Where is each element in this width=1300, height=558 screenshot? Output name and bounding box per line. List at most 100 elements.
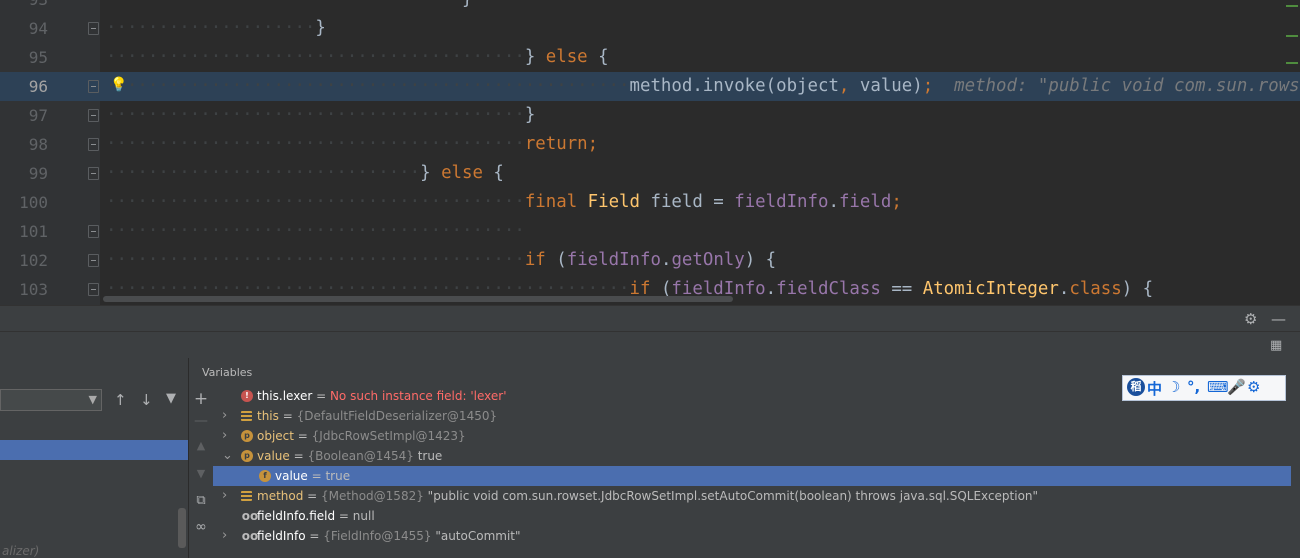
fold-marker-icon[interactable] bbox=[88, 283, 99, 296]
line-number[interactable]: 97 bbox=[0, 101, 48, 130]
copy-icon[interactable]: ⧉ bbox=[189, 493, 213, 508]
line-number[interactable]: 103 bbox=[0, 275, 48, 304]
code-editor[interactable]: 93 ··································} 9… bbox=[0, 0, 1300, 305]
variable-row[interactable]: › method = {Method@1582} "public void com… bbox=[213, 486, 1291, 506]
chinese-mode-icon[interactable]: 中 bbox=[1147, 378, 1162, 399]
line-number[interactable]: 102 bbox=[0, 246, 48, 275]
variable-ref: {FieldInfo@1455} bbox=[323, 529, 432, 543]
code-token: { bbox=[587, 47, 609, 67]
variable-value: "public void com.sun.rowset.JdbcRowSetIm… bbox=[423, 489, 1039, 503]
code-line-98[interactable]: 98 ······································… bbox=[0, 130, 1300, 159]
code-line-101[interactable]: 101 ·····································… bbox=[0, 217, 1300, 246]
watches-glasses-icon[interactable]: ∞ bbox=[189, 519, 213, 535]
variable-name: value bbox=[275, 469, 308, 483]
code-line-100[interactable]: 100 ·····································… bbox=[0, 188, 1300, 217]
line-number[interactable]: 100 bbox=[0, 188, 48, 217]
variable-value: true bbox=[325, 469, 351, 483]
line-number[interactable]: 98 bbox=[0, 130, 48, 159]
variable-ref: {DefaultFieldDeserializer@1450} bbox=[296, 409, 498, 423]
code-token: ) { bbox=[744, 250, 777, 270]
punctuation-icon[interactable]: °, bbox=[1187, 378, 1200, 396]
settings-gear-icon[interactable]: ⚙ bbox=[1244, 306, 1257, 333]
fold-marker-icon[interactable] bbox=[88, 22, 99, 35]
code-line-102[interactable]: 102 ·····································… bbox=[0, 246, 1300, 275]
thread-selector[interactable]: ▼ bbox=[0, 389, 102, 411]
code-token: else bbox=[545, 47, 588, 67]
ime-logo-icon[interactable]: 稻 bbox=[1127, 378, 1145, 396]
code-line-94[interactable]: 94 ····················} bbox=[0, 14, 1300, 43]
variable-value: true bbox=[413, 449, 443, 463]
code-token: } bbox=[315, 18, 326, 38]
filter-icon[interactable]: ▼ bbox=[166, 391, 176, 406]
code-text[interactable]: ········································… bbox=[106, 101, 535, 130]
code-text[interactable]: ········································… bbox=[106, 72, 1300, 101]
code-line-99[interactable]: 99 ······························} else { bbox=[0, 159, 1300, 188]
code-token: Field bbox=[587, 192, 640, 212]
code-text[interactable]: ········································… bbox=[106, 130, 598, 159]
variable-row[interactable]: › this = {DefaultFieldDeserializer@1450} bbox=[213, 406, 1291, 426]
code-text[interactable]: ········································… bbox=[106, 43, 609, 72]
variable-text: object = {JdbcRowSetImpl@1423} bbox=[257, 426, 466, 446]
variable-row[interactable]: › p object = {JdbcRowSetImpl@1423} bbox=[213, 426, 1291, 446]
microphone-icon[interactable]: 🎤 bbox=[1227, 378, 1246, 396]
line-number[interactable]: 99 bbox=[0, 159, 48, 188]
move-down-icon[interactable]: ▼ bbox=[189, 467, 213, 480]
equals-sign: = bbox=[293, 429, 312, 443]
variable-row[interactable]: oo fieldInfo.field = null bbox=[213, 506, 1291, 526]
code-line-96[interactable]: 96 💡 ·····································… bbox=[0, 72, 1300, 101]
frames-panel: ▼ ↑ ↓ ▼ alizer) bbox=[0, 358, 189, 558]
code-text[interactable]: ····················} bbox=[106, 14, 326, 43]
variable-text: value = {Boolean@1454} true bbox=[257, 446, 442, 466]
variable-row[interactable]: ⌄ p value = {Boolean@1454} true bbox=[213, 446, 1291, 466]
frames-scrollbar[interactable] bbox=[178, 508, 186, 548]
code-text[interactable]: ········································… bbox=[106, 188, 902, 217]
frames-list[interactable] bbox=[0, 418, 188, 558]
code-text[interactable]: ······························} else { bbox=[106, 159, 504, 188]
variable-ref: {JdbcRowSetImpl@1423} bbox=[311, 429, 466, 443]
moon-icon[interactable]: ☽ bbox=[1167, 378, 1180, 396]
variable-value: null bbox=[352, 509, 375, 523]
fold-marker-icon[interactable] bbox=[88, 109, 99, 122]
variable-row[interactable]: › oo fieldInfo = {FieldInfo@1455} "autoCom… bbox=[213, 526, 1291, 546]
settings-icon[interactable]: ⚙ bbox=[1247, 378, 1260, 396]
code-token: == bbox=[880, 279, 923, 299]
line-number[interactable]: 95 bbox=[0, 43, 48, 72]
code-token: ) { bbox=[1121, 279, 1154, 299]
fold-marker-icon[interactable] bbox=[88, 138, 99, 151]
fold-marker-icon[interactable] bbox=[88, 167, 99, 180]
selected-frame[interactable] bbox=[0, 440, 188, 460]
code-line-95[interactable]: 95 ······································… bbox=[0, 43, 1300, 72]
expand-arrow-icon[interactable]: › bbox=[222, 526, 227, 546]
layout-settings-icon[interactable]: ▦ bbox=[1270, 332, 1282, 359]
code-text[interactable]: ········································ bbox=[106, 217, 525, 246]
error-stripe[interactable] bbox=[1280, 0, 1300, 300]
code-token: fieldInfo bbox=[734, 192, 829, 212]
expand-arrow-icon[interactable]: › bbox=[222, 406, 227, 426]
code-text[interactable]: ········································… bbox=[106, 246, 776, 275]
line-number[interactable]: 94 bbox=[0, 14, 48, 43]
line-number[interactable]: 101 bbox=[0, 217, 48, 246]
error-icon: ! bbox=[241, 390, 253, 402]
expand-arrow-icon[interactable]: › bbox=[222, 426, 227, 446]
add-watch-icon[interactable]: + bbox=[189, 389, 213, 409]
code-line-97[interactable]: 97 ······································… bbox=[0, 101, 1300, 130]
variable-name: value bbox=[257, 449, 290, 463]
keyboard-icon[interactable]: ⌨ bbox=[1207, 378, 1229, 396]
variables-side-toolbar: + — ▲ ▼ ⧉ ∞ bbox=[189, 385, 213, 558]
expand-arrow-icon[interactable]: › bbox=[222, 486, 227, 506]
remove-watch-icon[interactable]: — bbox=[189, 413, 213, 429]
collapse-arrow-icon[interactable]: ⌄ bbox=[222, 446, 233, 466]
line-number[interactable]: 96 bbox=[0, 72, 48, 101]
code-line-93: 93 ··································} bbox=[0, 0, 1300, 14]
ime-toolbar[interactable]: 稻中 ☽ °, ⌨ 🎤 ⚙ bbox=[1122, 375, 1286, 401]
fold-marker-icon[interactable] bbox=[88, 254, 99, 267]
horizontal-scrollbar[interactable] bbox=[103, 296, 733, 302]
minimize-icon[interactable]: — bbox=[1271, 306, 1286, 333]
up-arrow-icon[interactable]: ↑ bbox=[114, 391, 127, 409]
variable-row[interactable]: f value = true bbox=[213, 466, 1291, 486]
move-up-icon[interactable]: ▲ bbox=[189, 439, 213, 452]
down-arrow-icon[interactable]: ↓ bbox=[140, 391, 153, 409]
fold-marker-icon[interactable] bbox=[88, 80, 99, 93]
code-token: ( bbox=[545, 250, 567, 270]
fold-marker-icon[interactable] bbox=[88, 225, 99, 238]
